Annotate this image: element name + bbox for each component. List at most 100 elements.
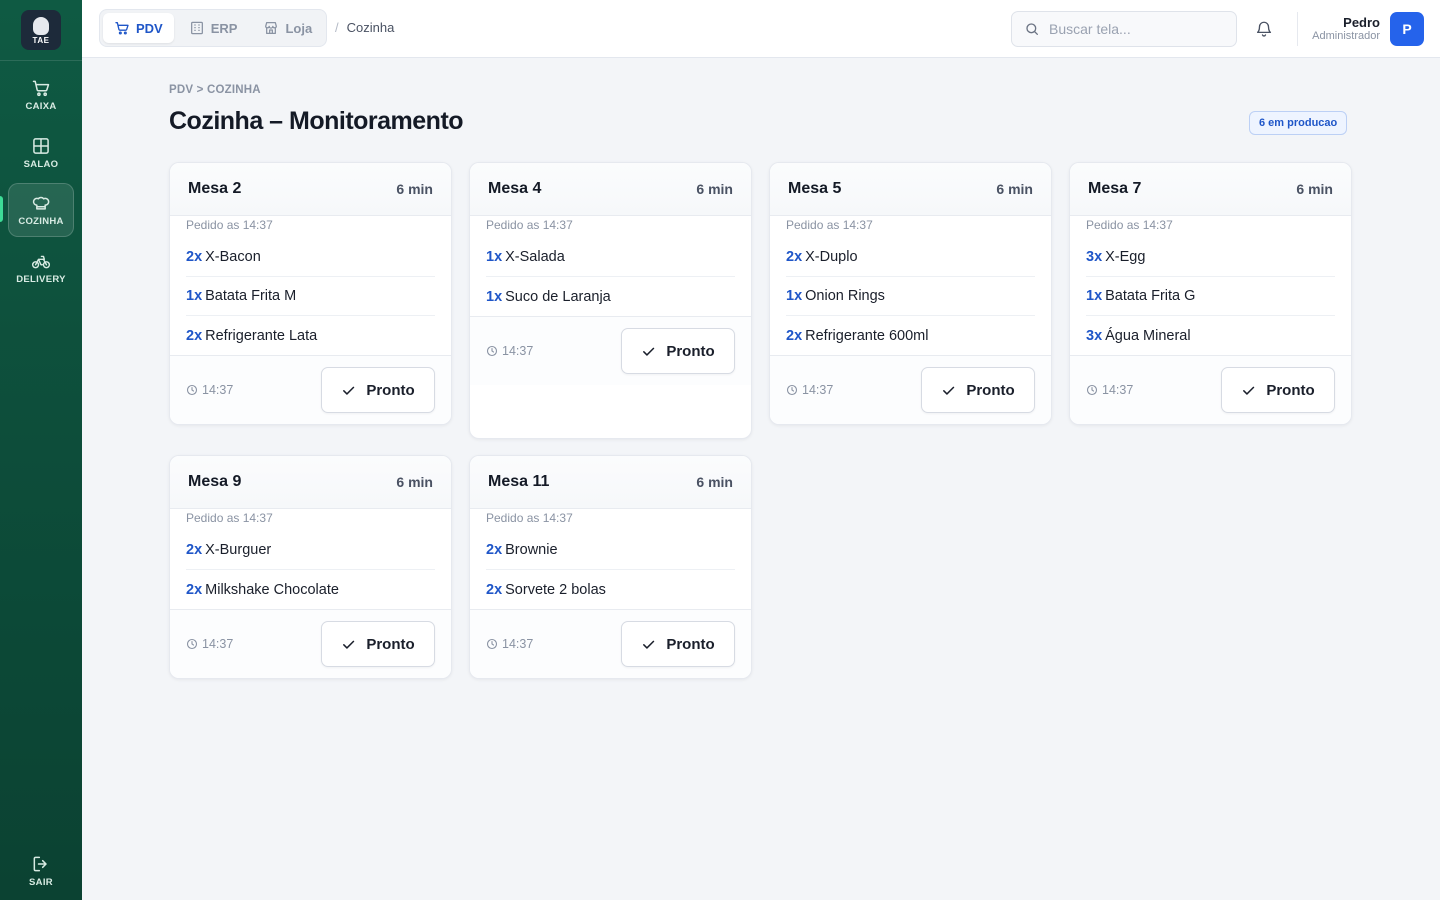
search-input[interactable] xyxy=(1049,21,1219,37)
topbar: PDV ERP Loja / Cozinha Pedro Administrad… xyxy=(82,0,1440,58)
item-quantity: 2x xyxy=(786,249,803,265)
sidebar-item-caixa[interactable]: CAIXA xyxy=(8,68,74,122)
module-tab-erp[interactable]: ERP xyxy=(178,13,249,43)
item-quantity: 2x xyxy=(186,249,203,265)
list-item: 1x Suco de Laranja xyxy=(486,277,735,316)
bell-icon xyxy=(1256,21,1272,37)
order-timestamp: Pedido as 14:37 xyxy=(486,511,573,525)
order-card-footer: 14:37 Pronto xyxy=(170,355,451,424)
current-page-label: Cozinha xyxy=(346,20,395,35)
table-name: Mesa 5 xyxy=(788,180,842,197)
grid-icon xyxy=(33,138,49,154)
sidebar-item-delivery[interactable]: DELIVERY xyxy=(8,241,74,295)
sidebar-item-cozinha[interactable]: COZINHA xyxy=(8,183,74,237)
user-divider xyxy=(1297,12,1298,46)
order-timestamp: Pedido as 14:37 xyxy=(786,218,873,232)
order-card: Mesa 11 6 min Pedido as 14:37 2x Brownie … xyxy=(469,455,752,679)
order-time-text: 14:37 xyxy=(502,637,534,651)
elapsed-time: 6 min xyxy=(696,474,733,490)
order-card-footer: 14:37 Pronto xyxy=(170,609,451,678)
order-time: 14:37 xyxy=(486,637,533,651)
item-quantity: 2x xyxy=(186,542,203,558)
item-name: X-Bacon xyxy=(205,249,261,265)
mark-ready-button[interactable]: Pronto xyxy=(1221,367,1335,413)
active-indicator xyxy=(0,196,3,222)
item-quantity: 1x xyxy=(186,288,203,304)
mark-ready-label: Pronto xyxy=(666,635,715,653)
order-card-header: Mesa 9 6 min xyxy=(170,456,451,509)
user-menu[interactable]: Pedro Administrador P xyxy=(1312,12,1424,46)
mark-ready-button[interactable]: Pronto xyxy=(921,367,1035,413)
order-card-header: Mesa 7 6 min xyxy=(1070,163,1351,216)
order-items: Pedido as 14:37 3x X-Egg 1x Batata Frita G… xyxy=(1070,216,1351,355)
item-quantity: 2x xyxy=(486,542,503,558)
list-item: 2x Refrigerante Lata xyxy=(186,316,435,355)
logout-icon xyxy=(33,856,47,872)
module-tab-label: ERP xyxy=(210,20,238,36)
item-name: X-Burguer xyxy=(205,542,272,558)
sidebar-item-label: DELIVERY xyxy=(16,274,66,285)
mark-ready-button[interactable]: Pronto xyxy=(321,367,435,413)
clock-icon xyxy=(486,638,498,650)
module-tab-loja[interactable]: Loja xyxy=(252,13,323,43)
list-item: 1x X-Salada xyxy=(486,238,735,277)
order-timestamp: Pedido as 14:37 xyxy=(486,218,573,232)
order-time-text: 14:37 xyxy=(502,344,534,358)
item-quantity: 1x xyxy=(486,249,503,265)
item-quantity: 2x xyxy=(186,581,203,598)
table-name: Mesa 7 xyxy=(1088,180,1142,197)
list-item: 2x Refrigerante 600ml xyxy=(786,316,1035,355)
module-tab-label: PDV xyxy=(136,20,163,36)
check-icon xyxy=(643,347,655,356)
order-items: Pedido as 14:37 2x X-Duplo 1x Onion Rings … xyxy=(770,216,1051,355)
item-name: Sorvete 2 bolas xyxy=(505,581,606,598)
order-time: 14:37 xyxy=(186,383,233,397)
notifications-button[interactable] xyxy=(1255,19,1273,44)
item-name: Batata Frita M xyxy=(205,288,297,304)
sidebar-item-salao[interactable]: SALAO xyxy=(8,126,74,180)
app-logo[interactable]: TAE xyxy=(21,10,61,50)
order-timestamp: Pedido as 14:37 xyxy=(186,511,273,525)
breadcrumb: PDV > COZINHA xyxy=(169,84,261,96)
status-badge: 6 em producao xyxy=(1249,111,1348,135)
list-item: 2x Brownie xyxy=(486,531,735,570)
user-name: Pedro xyxy=(1343,14,1380,30)
mark-ready-label: Pronto xyxy=(366,381,415,399)
item-name: X-Egg xyxy=(1105,249,1146,265)
order-items: Pedido as 14:37 1x X-Salada 1x Suco de Lar… xyxy=(470,216,751,316)
elapsed-time: 6 min xyxy=(996,181,1033,197)
module-tab-label: Loja xyxy=(285,20,313,36)
order-time-text: 14:37 xyxy=(202,637,234,651)
mark-ready-button[interactable]: Pronto xyxy=(621,328,735,374)
sidebar-item-label: COZINHA xyxy=(18,216,64,227)
page-title: Cozinha – Monitoramento xyxy=(169,107,464,135)
mark-ready-button[interactable]: Pronto xyxy=(621,621,735,667)
item-name: Refrigerante 600ml xyxy=(805,327,929,344)
check-icon xyxy=(643,640,655,649)
order-card: Mesa 9 6 min Pedido as 14:37 2x X-Burguer… xyxy=(169,455,452,679)
item-name: Suco de Laranja xyxy=(505,288,611,305)
breadcrumb-separator: / xyxy=(335,20,339,35)
check-icon xyxy=(1243,386,1255,395)
order-card-header: Mesa 5 6 min xyxy=(770,163,1051,216)
order-card: Mesa 2 6 min Pedido as 14:37 2x X-Bacon 1… xyxy=(169,162,452,425)
order-card-footer: 14:37 Pronto xyxy=(770,355,1051,424)
check-icon xyxy=(343,640,355,649)
mark-ready-button[interactable]: Pronto xyxy=(321,621,435,667)
item-quantity: 3x xyxy=(1086,249,1103,265)
clock-icon xyxy=(486,345,498,357)
order-time-text: 14:37 xyxy=(1102,383,1134,397)
list-item: 2x Milkshake Chocolate xyxy=(186,570,435,609)
elapsed-time: 6 min xyxy=(396,181,433,197)
mark-ready-label: Pronto xyxy=(1266,381,1315,399)
user-role: Administrador xyxy=(1312,30,1380,43)
logout-button[interactable]: SAIR xyxy=(8,848,74,894)
item-name: Refrigerante Lata xyxy=(205,327,318,344)
item-name: Onion Rings xyxy=(805,288,885,304)
list-item: 2x X-Burguer xyxy=(186,531,435,570)
order-card-footer: 14:37 Pronto xyxy=(1070,355,1351,424)
store-icon xyxy=(265,22,278,34)
module-tab-pdv[interactable]: PDV xyxy=(103,13,174,43)
building-icon xyxy=(190,21,203,35)
clock-icon xyxy=(186,638,198,650)
